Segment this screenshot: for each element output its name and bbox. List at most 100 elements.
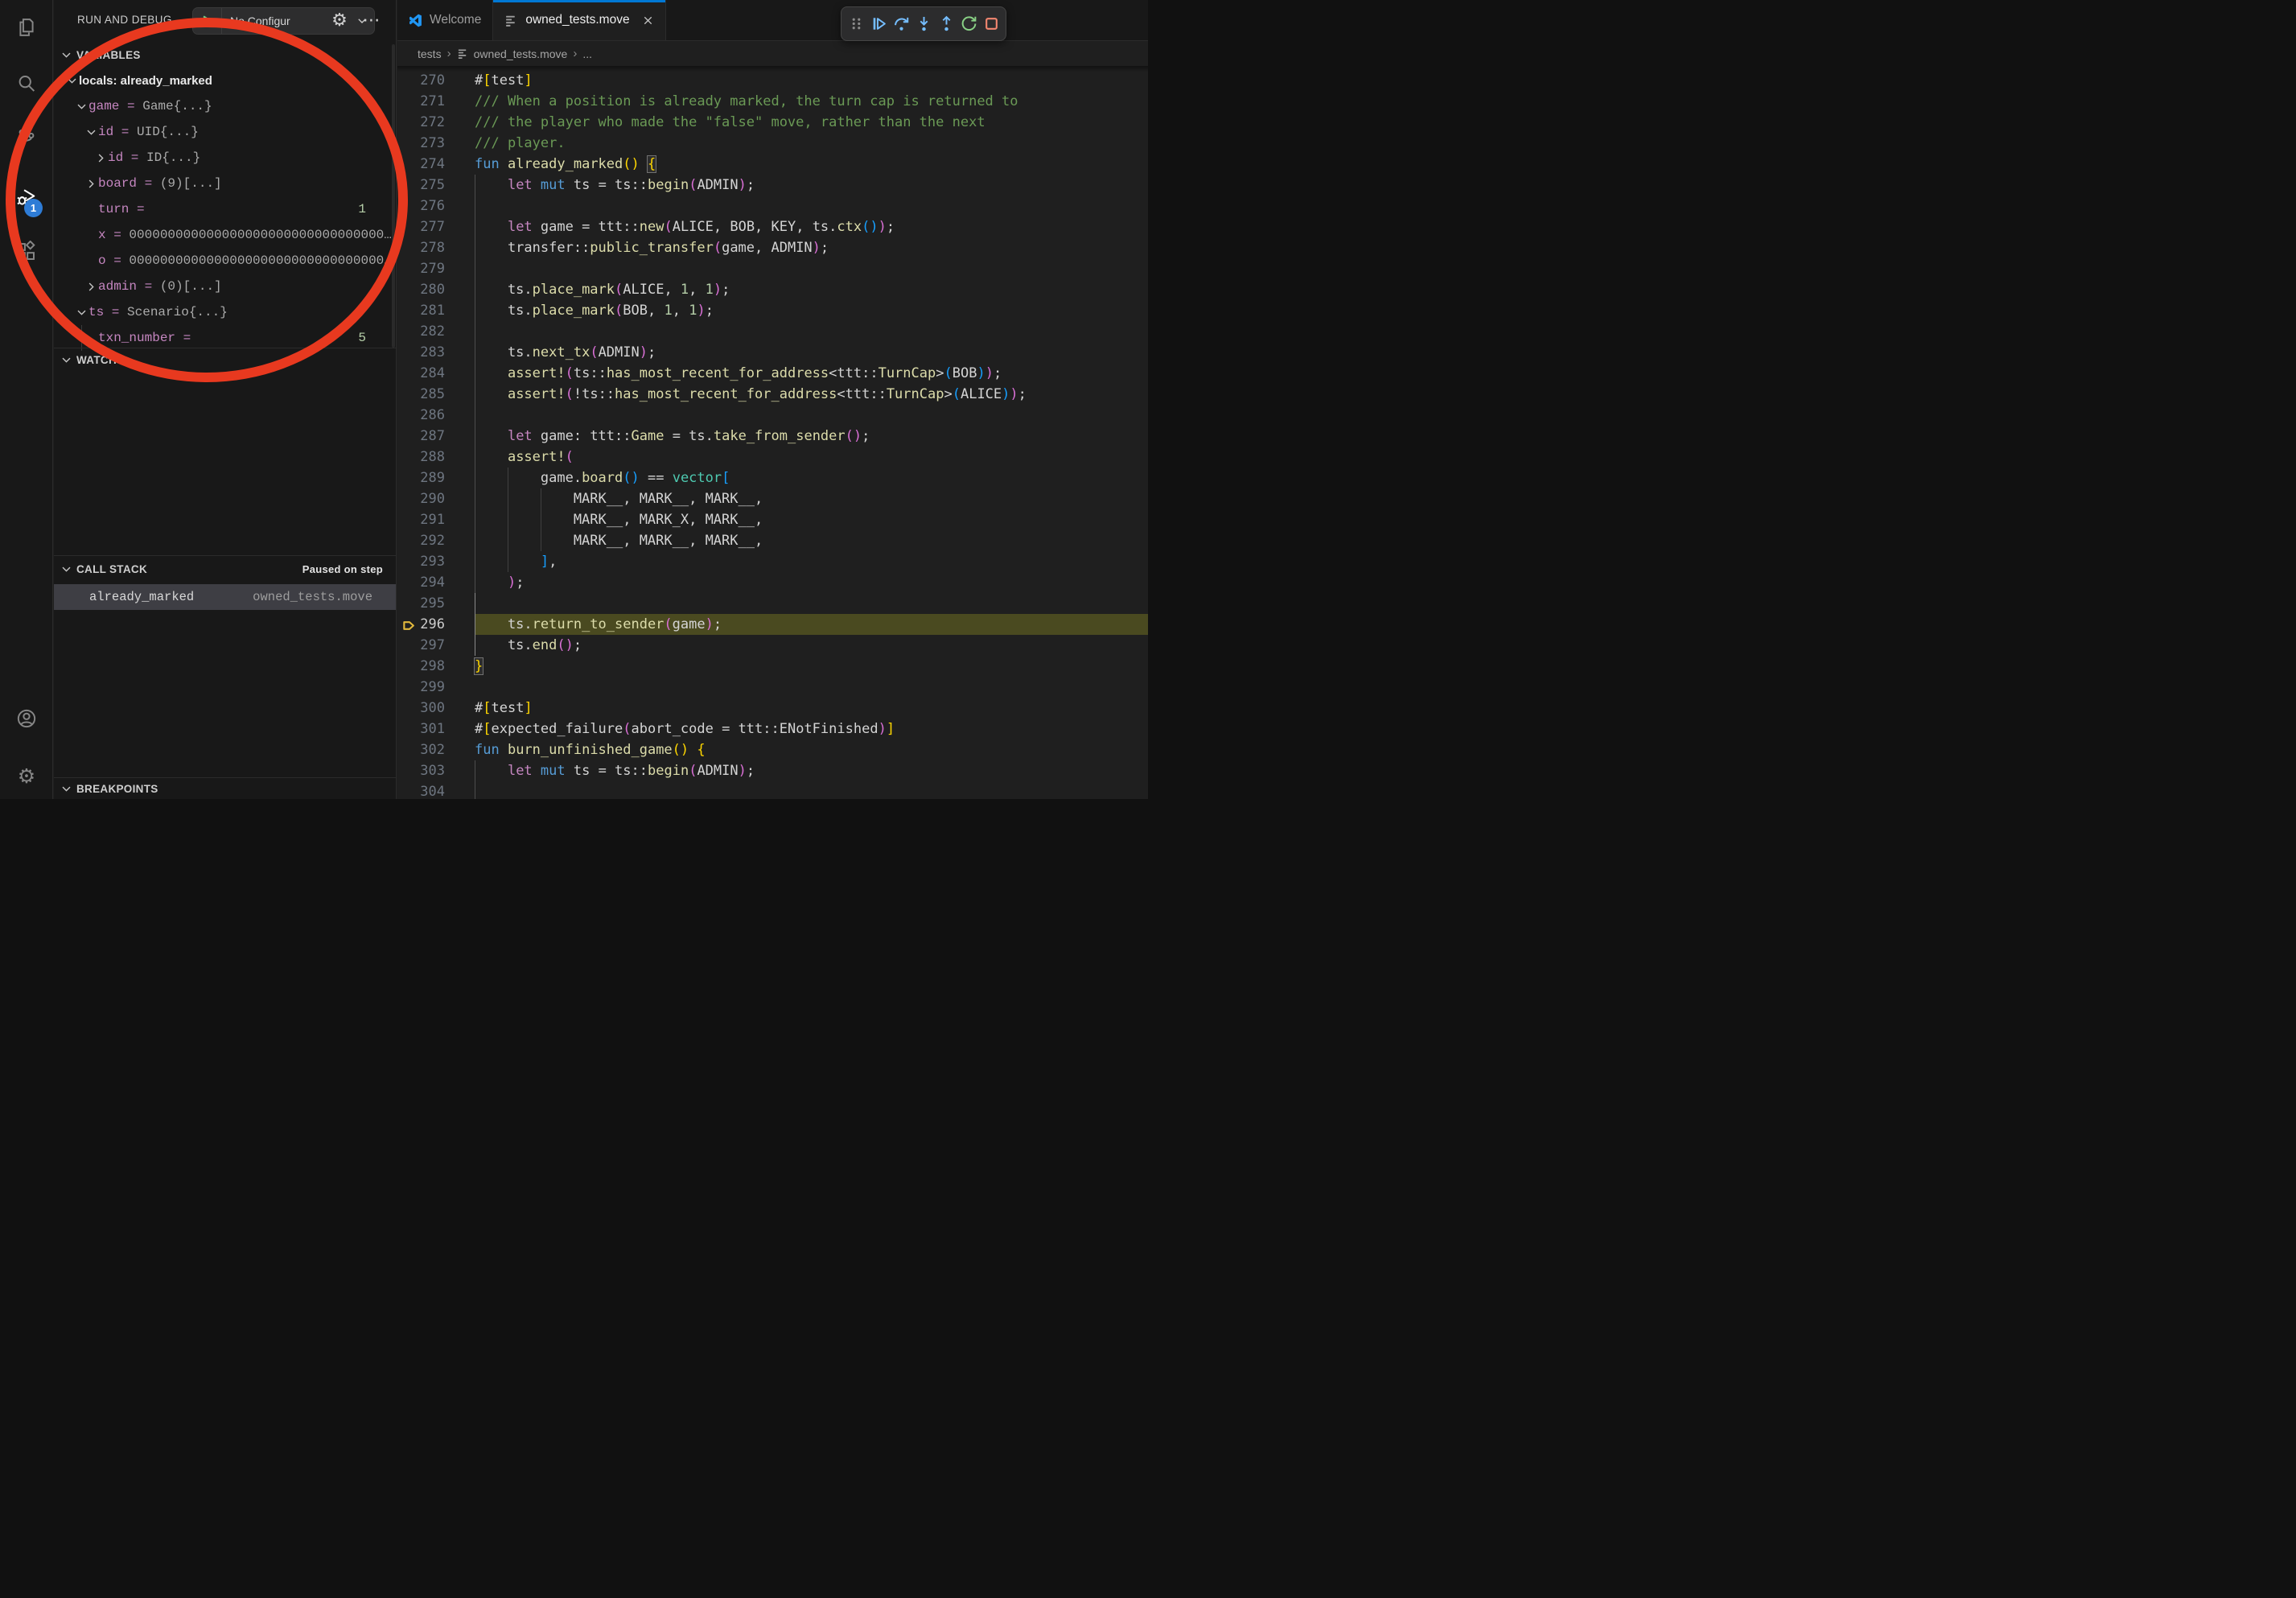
close-icon[interactable] — [642, 14, 654, 27]
code-line-297[interactable]: 297 ts.end(); — [397, 635, 1148, 656]
activity-item-source-control[interactable] — [0, 119, 53, 161]
code-text[interactable]: MARK__, MARK__, MARK__, — [475, 530, 1148, 551]
drag-handle[interactable] — [846, 11, 866, 37]
continue-button[interactable] — [868, 11, 889, 37]
code-text[interactable]: MARK__, MARK_X, MARK__, — [475, 509, 1148, 530]
restart-button[interactable] — [958, 11, 979, 37]
gutter[interactable]: 293 — [397, 551, 475, 572]
code-line-281[interactable]: 281 ts.place_mark(BOB, 1, 1); — [397, 300, 1148, 321]
gutter[interactable]: 303 — [397, 760, 475, 781]
code-text[interactable] — [475, 405, 1148, 426]
code-line-284[interactable]: 284 assert!(ts::has_most_recent_for_addr… — [397, 363, 1148, 384]
step-out-button[interactable] — [936, 11, 957, 37]
gutter[interactable]: 281 — [397, 300, 475, 321]
code-text[interactable] — [475, 593, 1148, 614]
more-actions-icon[interactable]: ⋯ — [361, 10, 382, 31]
code-text[interactable] — [475, 258, 1148, 279]
code-text[interactable]: ); — [475, 572, 1148, 593]
section-header-watch[interactable]: WATCH — [54, 348, 396, 372]
stop-button[interactable] — [981, 11, 1002, 37]
gutter[interactable]: 276 — [397, 196, 475, 216]
variable-row-id[interactable]: id = ID{...} — [54, 145, 396, 171]
code-line-289[interactable]: 289 game.board() == vector[ — [397, 467, 1148, 488]
code-line-293[interactable]: 293 ], — [397, 551, 1148, 572]
activity-item-run-and-debug[interactable]: 1 — [0, 178, 53, 220]
code-text[interactable]: fun burn_unfinished_game() { — [475, 739, 1148, 760]
code-line-273[interactable]: 273/// player. — [397, 133, 1148, 154]
code-line-299[interactable]: 299 — [397, 677, 1148, 698]
gutter[interactable]: 291 — [397, 509, 475, 530]
code-text[interactable] — [475, 321, 1148, 342]
gutter[interactable]: 280 — [397, 279, 475, 300]
variable-row-ts[interactable]: ts = Scenario{...} — [54, 299, 396, 325]
gutter[interactable]: 272 — [397, 112, 475, 133]
code-text[interactable] — [475, 677, 1148, 698]
chevron-down-icon[interactable] — [74, 307, 88, 319]
gutter[interactable]: 282 — [397, 321, 475, 342]
code-text[interactable]: /// the player who made the "false" move… — [475, 112, 1148, 133]
code-editor[interactable]: 270#[test]271/// When a position is alre… — [397, 66, 1148, 799]
call-stack-frame[interactable]: already_marked owned_tests.move — [54, 584, 396, 610]
code-text[interactable]: let game = ttt::new(ALICE, BOB, KEY, ts.… — [475, 216, 1148, 237]
gutter[interactable]: 298 — [397, 656, 475, 677]
breadcrumb-item[interactable]: owned_tests.move — [457, 47, 568, 60]
code-text[interactable]: assert!( — [475, 447, 1148, 467]
section-header-variables[interactable]: VARIABLES — [54, 43, 396, 67]
gutter[interactable]: 300 — [397, 698, 475, 719]
variables-scope-row[interactable]: locals: already_marked — [54, 68, 396, 93]
code-text[interactable]: let game: ttt::Game = ts.take_from_sende… — [475, 426, 1148, 447]
gutter[interactable]: 279 — [397, 258, 475, 279]
gutter[interactable]: 296 — [397, 614, 475, 635]
code-line-282[interactable]: 282 — [397, 321, 1148, 342]
chevron-right-icon[interactable] — [84, 281, 98, 293]
breadcrumb-item[interactable]: tests — [418, 47, 442, 60]
code-line-300[interactable]: 300#[test] — [397, 698, 1148, 719]
gear-icon[interactable]: ⚙︎ — [329, 10, 350, 31]
section-header-breakpoints[interactable]: BREAKPOINTS — [54, 777, 396, 799]
activity-item-settings[interactable]: ⚙︎ — [0, 755, 53, 797]
code-text[interactable]: #[expected_failure(abort_code = ttt::ENo… — [475, 719, 1148, 739]
code-line-285[interactable]: 285 assert!(!ts::has_most_recent_for_add… — [397, 384, 1148, 405]
gutter[interactable]: 283 — [397, 342, 475, 363]
code-line-295[interactable]: 295 — [397, 593, 1148, 614]
gutter[interactable]: 274 — [397, 154, 475, 175]
gutter[interactable]: 275 — [397, 175, 475, 196]
gutter[interactable]: 288 — [397, 447, 475, 467]
code-text[interactable]: let mut ts = ts::begin(ADMIN); — [475, 175, 1148, 196]
code-line-277[interactable]: 277 let game = ttt::new(ALICE, BOB, KEY,… — [397, 216, 1148, 237]
breadcrumb-item[interactable]: ... — [582, 47, 592, 60]
gutter[interactable]: 290 — [397, 488, 475, 509]
code-line-272[interactable]: 272/// the player who made the "false" m… — [397, 112, 1148, 133]
step-into-button[interactable] — [913, 11, 934, 37]
code-line-274[interactable]: 274fun already_marked() { — [397, 154, 1148, 175]
code-line-290[interactable]: 290 MARK__, MARK__, MARK__, — [397, 488, 1148, 509]
code-line-291[interactable]: 291 MARK__, MARK_X, MARK__, — [397, 509, 1148, 530]
code-line-296[interactable]: 296 ts.return_to_sender(game); — [397, 614, 1148, 635]
activity-item-accounts[interactable] — [0, 699, 53, 741]
gutter[interactable]: 292 — [397, 530, 475, 551]
variable-row-game[interactable]: game = Game{...} — [54, 93, 396, 119]
chevron-down-icon[interactable] — [84, 126, 98, 138]
code-text[interactable]: fun already_marked() { — [475, 154, 1148, 175]
code-text[interactable]: assert!(ts::has_most_recent_for_address<… — [475, 363, 1148, 384]
variable-row-o[interactable]: o = 000000000000000000000000000000000000… — [54, 248, 396, 274]
code-text[interactable]: ts.next_tx(ADMIN); — [475, 342, 1148, 363]
code-text[interactable]: assert!(!ts::has_most_recent_for_address… — [475, 384, 1148, 405]
code-text[interactable]: let mut ts = ts::begin(ADMIN); — [475, 760, 1148, 781]
code-text[interactable]: } — [475, 656, 1148, 677]
sidebar-scrollbar[interactable] — [392, 44, 395, 348]
code-text[interactable]: ts.return_to_sender(game); — [475, 614, 1148, 635]
code-text[interactable]: transfer::public_transfer(game, ADMIN); — [475, 237, 1148, 258]
gutter[interactable]: 284 — [397, 363, 475, 384]
gutter[interactable]: 271 — [397, 91, 475, 112]
variable-row-board[interactable]: board = (9)[...] — [54, 171, 396, 196]
code-text[interactable]: ts.end(); — [475, 635, 1148, 656]
activity-item-extensions[interactable] — [0, 233, 53, 274]
gutter[interactable]: 277 — [397, 216, 475, 237]
variable-row-id[interactable]: id = UID{...} — [54, 119, 396, 145]
code-text[interactable]: game.board() == vector[ — [475, 467, 1148, 488]
code-line-286[interactable]: 286 — [397, 405, 1148, 426]
gutter[interactable]: 289 — [397, 467, 475, 488]
code-text[interactable]: #[test] — [475, 698, 1148, 719]
code-text[interactable]: ts.place_mark(BOB, 1, 1); — [475, 300, 1148, 321]
